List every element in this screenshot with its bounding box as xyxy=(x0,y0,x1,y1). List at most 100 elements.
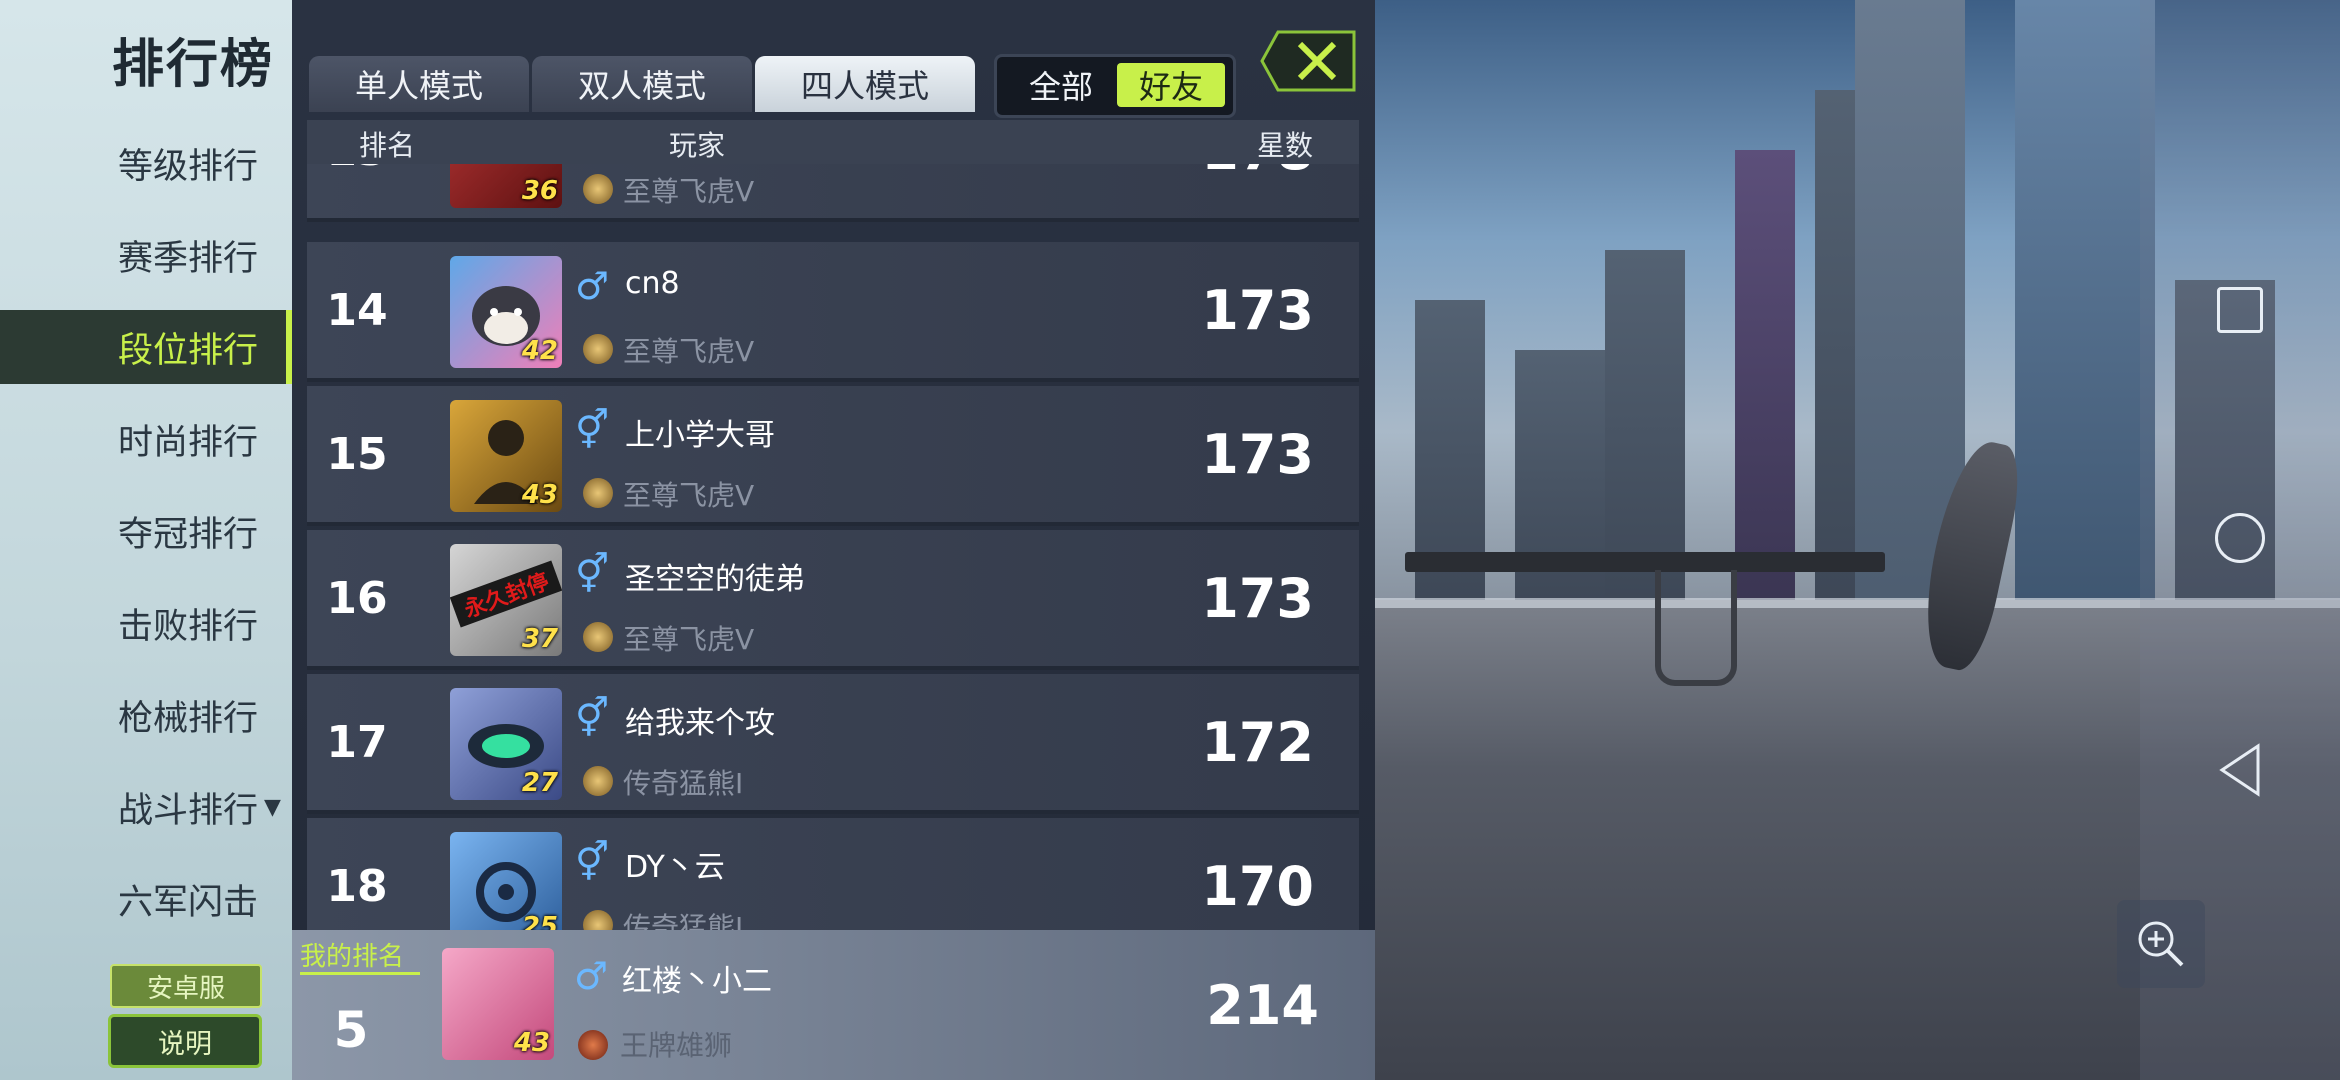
row-stars: 170 xyxy=(1201,854,1314,918)
sidebar-item-label: 时尚排行 xyxy=(118,422,259,463)
banned-stamp: 永久封停 xyxy=(450,560,562,628)
avatar-level: 43 xyxy=(513,1028,550,1058)
close-button[interactable] xyxy=(1260,28,1358,94)
header-rank: 排名 xyxy=(359,129,416,162)
square-nav-icon[interactable] xyxy=(2192,262,2288,358)
sidebar-item-label: 等级排行 xyxy=(118,146,259,187)
player-name: 红楼丶小二 xyxy=(622,964,772,999)
sidebar-item-label: 六军闪击 xyxy=(118,882,259,923)
my-rank-label: 我的排名 xyxy=(300,942,405,972)
filter-friends-button[interactable]: 好友 xyxy=(1117,63,1225,107)
leaderboard-list[interactable]: 13 36 至尊飞虎Ⅴ 178 14 42 ♂ cn8 至尊飞虎Ⅴ 173 15 xyxy=(307,164,1359,930)
row-tier: 传奇猛熊Ⅰ xyxy=(623,767,744,800)
sidebar-item-wins[interactable]: 夺冠排行 xyxy=(0,494,292,568)
player-name: 圣空空的徒弟 xyxy=(625,562,805,597)
back-triangle-icon[interactable] xyxy=(2192,722,2288,818)
avatar-level: 43 xyxy=(521,480,558,510)
table-row[interactable]: 17 27 ⚥ 给我来个攻 传奇猛熊Ⅰ 172 xyxy=(307,674,1359,814)
row-stars: 172 xyxy=(1201,710,1314,774)
table-row[interactable]: 16 永久封停 37 ⚥ 圣空空的徒弟 至尊飞虎Ⅴ 173 xyxy=(307,530,1359,670)
tab-duo[interactable]: 双人模式 xyxy=(532,56,752,112)
row-tier: 至尊飞虎Ⅴ xyxy=(623,175,755,208)
player-name: 上小学大哥 xyxy=(625,418,775,453)
sidebar-item-level[interactable]: 等级排行 xyxy=(0,126,292,200)
tier-badge-icon xyxy=(583,622,613,652)
sidebar: 排行榜 等级排行 赛季排行 段位排行 时尚排行 夺冠排行 击败排行 枪械排行 战… xyxy=(0,0,292,1080)
sidebar-item-label: 夺冠排行 xyxy=(118,514,259,555)
gender-both-icon: ⚥ xyxy=(575,840,610,884)
row-stars: 178 xyxy=(1201,164,1314,218)
avatar: 43 xyxy=(450,400,562,512)
gender-male-icon: ♂ xyxy=(575,264,610,308)
divider xyxy=(300,972,420,975)
page-title: 排行榜 xyxy=(112,35,275,95)
sidebar-item-season[interactable]: 赛季排行 xyxy=(0,218,292,292)
table-row[interactable]: 13 36 至尊飞虎Ⅴ 178 xyxy=(307,164,1359,222)
table xyxy=(1405,552,1885,572)
table-row[interactable]: 14 42 ♂ cn8 至尊飞虎Ⅴ 173 xyxy=(307,242,1359,382)
circle-nav-icon[interactable] xyxy=(2192,490,2288,586)
tier-badge-icon xyxy=(583,478,613,508)
gender-male-icon: ♂ xyxy=(574,954,609,998)
avatar-level: 42 xyxy=(521,336,558,366)
avatar-level: 36 xyxy=(521,176,558,206)
avatar: 36 xyxy=(450,164,562,208)
row-tier: 至尊飞虎Ⅴ xyxy=(623,623,755,656)
background-building xyxy=(2015,0,2155,610)
avatar-level: 37 xyxy=(521,624,558,654)
filter-toggle: 全部 好友 xyxy=(994,54,1236,118)
gender-both-icon: ⚥ xyxy=(575,696,610,740)
sidebar-item-label: 赛季排行 xyxy=(118,238,259,279)
sidebar-item-label: 段位排行 xyxy=(118,330,259,371)
table-leg xyxy=(1655,570,1737,686)
tab-solo[interactable]: 单人模式 xyxy=(309,56,529,112)
sidebar-item-weapons[interactable]: 枪械排行 xyxy=(0,678,292,752)
sidebar-item-rank-tier[interactable]: 段位排行 xyxy=(0,310,292,384)
row-stars: 173 xyxy=(1201,278,1314,342)
filter-all-button[interactable]: 全部 xyxy=(1011,63,1111,107)
sidebar-item-blitz[interactable]: 六军闪击 xyxy=(0,862,292,936)
my-rank-bar[interactable]: 我的排名 5 43 ♂ 红楼丶小二 王牌雄狮 214 xyxy=(292,930,1375,1080)
my-tier: 王牌雄狮 xyxy=(620,1029,733,1062)
tab-squad[interactable]: 四人模式 xyxy=(755,56,975,112)
tier-badge-icon xyxy=(583,174,613,204)
row-tier: 传奇猛熊Ⅰ xyxy=(623,911,744,930)
row-rank: 13 xyxy=(307,164,407,218)
table-header: 排名 玩家 星数 xyxy=(307,120,1359,164)
tier-badge-icon xyxy=(578,1030,608,1060)
row-tier: 至尊飞虎Ⅴ xyxy=(623,335,755,368)
table-row[interactable]: 18 25 ⚥ DY丶云 传奇猛熊Ⅰ 170 xyxy=(307,818,1359,930)
leaderboard-panel: 单人模式 双人模式 四人模式 全部 好友 排名 玩家 星数 13 36 至尊飞虎… xyxy=(292,0,1375,1080)
my-stars: 214 xyxy=(1206,973,1319,1037)
row-rank: 15 xyxy=(326,428,388,480)
sidebar-item-fashion[interactable]: 时尚排行 xyxy=(0,402,292,476)
row-stars: 173 xyxy=(1201,422,1314,486)
player-name: 给我来个攻 xyxy=(625,706,775,741)
player-name: cn8 xyxy=(625,266,680,301)
gender-both-icon: ⚥ xyxy=(575,552,610,596)
sidebar-item-label: 战斗排行 xyxy=(118,790,259,831)
tier-badge-icon xyxy=(583,766,613,796)
row-stars: 173 xyxy=(1201,566,1314,630)
sidebar-item-kills[interactable]: 击败排行 xyxy=(0,586,292,660)
avatar: 43 xyxy=(442,948,554,1060)
table-row[interactable]: 15 43 ⚥ 上小学大哥 至尊飞虎Ⅴ 173 xyxy=(307,386,1359,526)
row-rank: 17 xyxy=(326,716,388,768)
close-icon xyxy=(1260,30,1356,92)
avatar: 27 xyxy=(450,688,562,800)
tier-badge-icon xyxy=(583,334,613,364)
chevron-down-icon: ▼ xyxy=(264,794,281,820)
sidebar-item-label: 击败排行 xyxy=(118,606,259,647)
avatar: 永久封停 37 xyxy=(450,544,562,656)
explain-button[interactable]: 说明 xyxy=(108,1014,262,1068)
zoom-in-icon[interactable] xyxy=(2117,900,2205,988)
sidebar-item-label: 枪械排行 xyxy=(118,698,259,739)
avatar-level: 27 xyxy=(521,768,558,798)
header-player: 玩家 xyxy=(669,129,726,162)
row-rank: 18 xyxy=(326,860,388,912)
background-building xyxy=(1735,150,1795,610)
my-rank-number: 5 xyxy=(333,1001,369,1059)
server-badge[interactable]: 安卓服 xyxy=(110,964,262,1008)
row-rank: 16 xyxy=(326,572,388,624)
sidebar-item-battle[interactable]: 战斗排行 ▼ xyxy=(0,770,292,844)
